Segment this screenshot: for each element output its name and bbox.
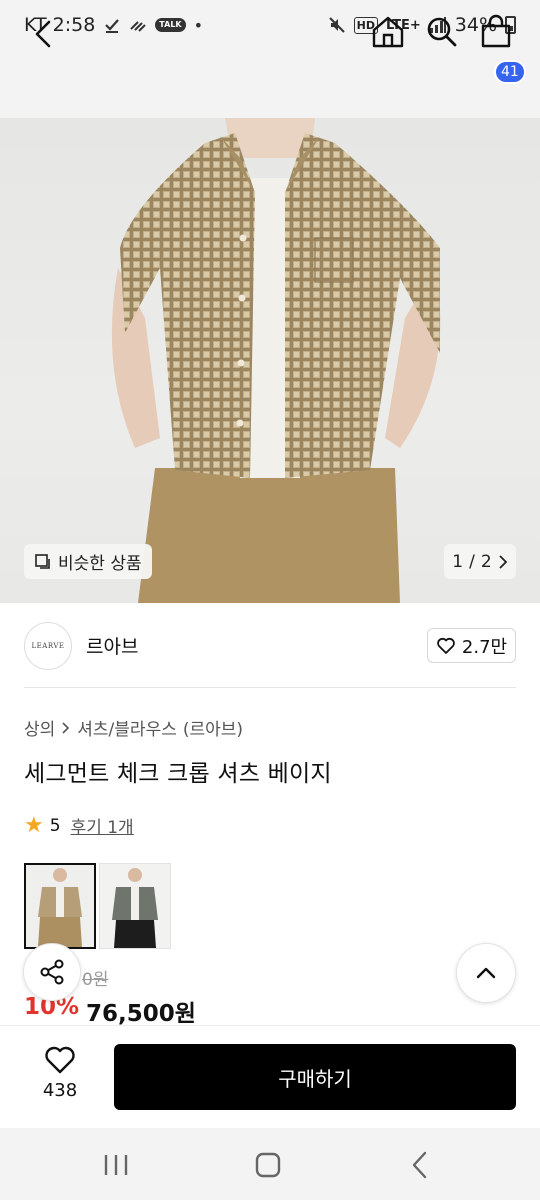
product-image[interactable] — [0, 118, 540, 603]
wifi-calling-icon — [130, 21, 147, 32]
heart-icon — [437, 637, 455, 654]
review-link[interactable]: 후기 1개 — [71, 813, 134, 838]
chevron-right-icon — [499, 554, 507, 569]
recent-apps-icon — [104, 1155, 128, 1175]
top-app-bar — [0, 50, 540, 118]
original-price: 0원 — [82, 970, 109, 990]
share-icon — [40, 959, 64, 985]
recent-apps-button[interactable] — [100, 1150, 132, 1180]
brand-logo[interactable]: LEARVE — [24, 622, 72, 670]
search-icon — [427, 17, 457, 47]
breadcrumb-item[interactable]: 셔츠/블라우스 — [77, 715, 177, 740]
back-button[interactable] — [26, 14, 66, 54]
wishlist-count: 438 — [42, 1080, 78, 1101]
download-done-icon — [105, 19, 120, 33]
brand-name[interactable]: 르아브 — [86, 632, 138, 659]
swatch-thumbnail — [100, 864, 170, 948]
heart-icon — [45, 1046, 75, 1074]
divider — [24, 687, 516, 688]
star-icon: ★ — [24, 812, 44, 838]
brand-logo-text: LEARVE — [31, 642, 65, 650]
mute-icon — [328, 17, 345, 33]
system-back-button[interactable] — [405, 1148, 435, 1182]
swatch-thumbnail — [26, 865, 94, 947]
breadcrumb-brand[interactable]: (르아브) — [183, 715, 243, 740]
chevron-left-icon — [412, 1151, 427, 1179]
search-button[interactable] — [422, 12, 462, 52]
similar-products-button[interactable]: 비슷한 상품 — [24, 544, 152, 579]
similar-products-label: 비슷한 상품 — [58, 554, 142, 574]
pager-current: 1 — [452, 551, 464, 572]
kakaotalk-icon: TALK — [155, 18, 186, 32]
wishlist-button[interactable]: 438 — [26, 1044, 94, 1108]
chevron-up-icon — [476, 967, 496, 979]
rating-value: 5 — [49, 815, 61, 836]
pager-total: 2 — [480, 551, 492, 572]
rating: ★ 5 후기 1개 — [24, 813, 134, 838]
breadcrumb-item[interactable]: 상의 — [24, 715, 55, 740]
sale-price: 76,500원 — [86, 1001, 196, 1027]
brand-like-button[interactable]: 2.7만 — [427, 628, 516, 663]
copy-icon — [35, 553, 50, 569]
breadcrumb: 상의 셔츠/블라우스 (르아브) — [24, 715, 243, 740]
shopping-bag-icon — [481, 14, 511, 48]
home-square-icon — [255, 1152, 281, 1178]
buy-button[interactable]: 구매하기 — [114, 1044, 516, 1110]
product-title: 세그먼트 체크 크롭 셔츠 베이지 — [24, 761, 332, 787]
pager-separator: / — [469, 551, 475, 572]
system-home-button[interactable] — [251, 1148, 285, 1182]
status-dot: • — [193, 15, 204, 35]
home-icon — [372, 16, 404, 48]
cart-count-badge: 41 — [494, 60, 526, 84]
color-option-beige[interactable] — [24, 863, 96, 949]
chevron-right-icon — [62, 721, 70, 734]
share-button[interactable] — [23, 943, 81, 1001]
chevron-left-icon — [35, 20, 51, 48]
cart-button[interactable] — [476, 12, 516, 52]
product-photo — [111, 118, 441, 603]
brand-like-count: 2.7만 — [461, 636, 508, 658]
home-button[interactable] — [368, 12, 408, 52]
color-option-gray[interactable] — [99, 863, 171, 949]
image-pager[interactable]: 1 / 2 — [444, 544, 516, 579]
scroll-top-button[interactable] — [456, 943, 516, 1003]
